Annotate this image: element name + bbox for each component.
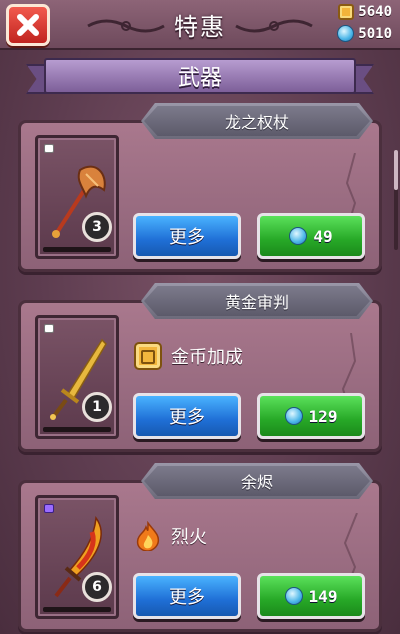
more-button[interactable]: 更多 — [133, 213, 241, 259]
gold-counter: 5640 — [338, 4, 392, 20]
item-name: 余烬 — [240, 473, 273, 492]
offer-card: 黄金审判 1 金币加成 更多 129 — [18, 283, 382, 452]
level-badge: 1 — [82, 392, 112, 422]
item-slot[interactable]: 6 — [35, 495, 119, 619]
progress-bar — [43, 427, 111, 432]
perk: 金币加成 — [133, 341, 243, 371]
progress-bar — [43, 607, 111, 612]
item-name: 龙之权杖 — [224, 113, 289, 132]
item-name-tag: 黄金审判 — [141, 283, 373, 319]
gold-coin-icon — [134, 342, 162, 370]
price: 149 — [308, 586, 338, 606]
gold-amount: 5640 — [358, 4, 392, 20]
right-flourish-icon — [235, 19, 313, 33]
buy-button[interactable]: 149 — [257, 573, 365, 619]
offer-card: 龙之权杖 3 更多 49 — [18, 103, 382, 272]
gold-icon — [338, 4, 355, 20]
level-badge: 6 — [82, 572, 112, 602]
more-button[interactable]: 更多 — [133, 573, 241, 619]
fire-icon — [136, 521, 160, 551]
item-name: 黄金审判 — [224, 293, 289, 312]
item-slot[interactable]: 1 — [35, 315, 119, 439]
rarity-badge — [44, 324, 54, 333]
scrollbar[interactable] — [394, 150, 398, 250]
buy-button[interactable]: 129 — [257, 393, 365, 439]
gem-icon — [337, 25, 355, 42]
perk: 烈火 — [133, 521, 207, 551]
scrollbar-thumb[interactable] — [394, 150, 398, 190]
gem-counter: 5010 — [337, 25, 392, 42]
perk-label: 烈火 — [171, 527, 207, 548]
more-button[interactable]: 更多 — [133, 393, 241, 439]
item-slot[interactable]: 3 — [35, 135, 119, 259]
item-name-tag: 龙之权杖 — [141, 103, 373, 139]
level-badge: 3 — [82, 212, 112, 242]
offer-card: 余烬 6 烈火 更多 149 — [18, 463, 382, 632]
buy-button[interactable]: 49 — [257, 213, 365, 259]
item-name-tag: 余烬 — [141, 463, 373, 499]
progress-bar — [43, 247, 111, 252]
category-title: 武器 — [177, 66, 222, 91]
perk-label: 金币加成 — [171, 347, 243, 368]
category-banner: 武器 — [26, 54, 374, 98]
rarity-badge — [44, 504, 54, 513]
gem-icon — [284, 407, 303, 425]
gem-amount: 5010 — [358, 25, 392, 42]
rarity-badge — [44, 144, 54, 153]
price: 129 — [308, 406, 338, 426]
top-bar: 特惠 5640 5010 — [0, 0, 400, 50]
price: 49 — [313, 226, 333, 246]
gem-icon — [289, 227, 308, 245]
gem-icon — [284, 587, 303, 605]
